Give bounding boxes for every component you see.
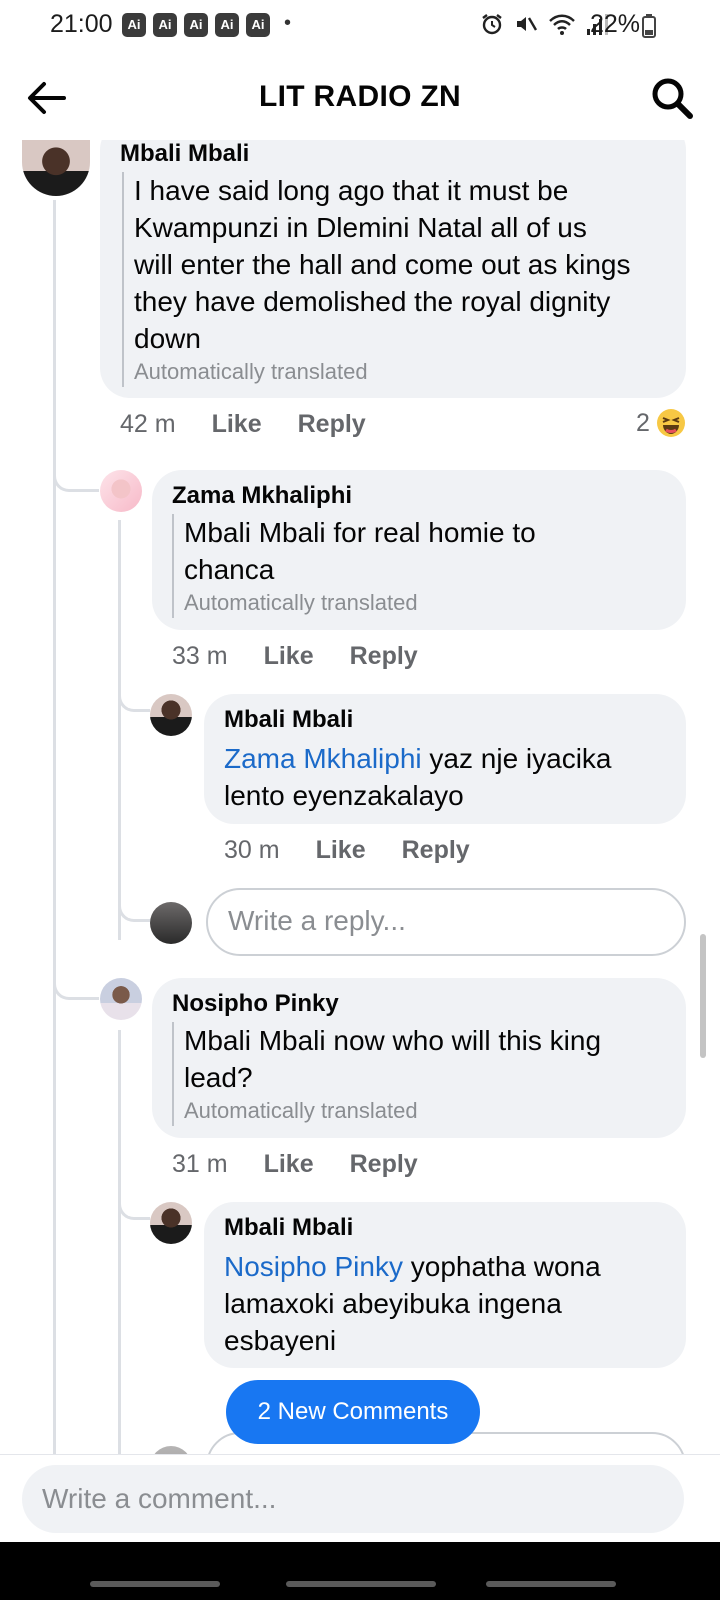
- comment-actions: 30 m Like Reply: [224, 836, 470, 865]
- haha-reaction-icon: [656, 409, 685, 437]
- reply-button[interactable]: Reply: [402, 836, 470, 865]
- battery-percent: 22%: [590, 10, 641, 38]
- mention-link[interactable]: Zama Mkhaliphi: [224, 743, 422, 774]
- comment-time: 30 m: [224, 836, 280, 864]
- like-button[interactable]: Like: [264, 1150, 314, 1179]
- like-button[interactable]: Like: [264, 642, 314, 671]
- reaction-count: 2: [636, 408, 650, 437]
- battery-icon: [642, 14, 656, 38]
- status-time: 21:00: [50, 10, 113, 38]
- nav-home-button[interactable]: [286, 1581, 436, 1587]
- comment-body: Mbali Mbali now who will this king lead?…: [172, 1022, 672, 1126]
- comment-actions: 33 m Like Reply: [172, 642, 418, 671]
- thread-connector: [53, 400, 99, 492]
- thread-connector: [53, 920, 99, 1000]
- comment-actions: 42 m Like Reply: [120, 410, 366, 439]
- comment-time: 33 m: [172, 642, 228, 670]
- status-bar: 21:00 Ai Ai Ai Ai Ai • 22%: [0, 0, 720, 56]
- comment-line: lead?: [184, 1062, 253, 1093]
- comment-line: chanca: [184, 554, 275, 585]
- comment-line: will enter the hall and come out as king…: [134, 249, 631, 280]
- comment-author[interactable]: Nosipho Pinky: [172, 990, 339, 1018]
- like-button[interactable]: Like: [316, 836, 366, 865]
- translation-note[interactable]: Automatically translated: [134, 357, 672, 387]
- comment-body: Nosipho Pinky yophatha wona lamaxoki abe…: [224, 1248, 674, 1359]
- comment-time: 31 m: [172, 1150, 228, 1178]
- reply-button[interactable]: Reply: [350, 1150, 418, 1179]
- avatar[interactable]: [100, 978, 142, 1020]
- comment-thread[interactable]: Mbali Mbali I have said long ago that it…: [0, 140, 720, 1485]
- translation-note[interactable]: Automatically translated: [184, 1096, 672, 1126]
- thread-connector: [118, 640, 150, 712]
- ai-badge-icon: Ai: [215, 13, 239, 37]
- avatar[interactable]: [150, 694, 192, 736]
- comment-time: 42 m: [120, 410, 176, 438]
- status-icons: [480, 12, 608, 36]
- avatar[interactable]: [22, 140, 90, 196]
- comment-body: Zama Mkhaliphi yaz nje iyacika lento eye…: [224, 740, 674, 814]
- nav-recents-button[interactable]: [90, 1581, 220, 1587]
- ai-badge-icon: Ai: [122, 13, 146, 37]
- reply-button[interactable]: Reply: [350, 642, 418, 671]
- nav-back-button[interactable]: [486, 1581, 616, 1587]
- ai-badge-icon: Ai: [153, 13, 177, 37]
- thread-connector: [118, 840, 150, 922]
- comment-composer: Write a comment...: [0, 1454, 720, 1542]
- comment-author[interactable]: Mbali Mbali: [224, 706, 353, 734]
- avatar[interactable]: [150, 1202, 192, 1244]
- wifi-icon: [549, 14, 575, 35]
- reply-input[interactable]: Write a reply...: [206, 888, 686, 956]
- ai-badge-icon: Ai: [184, 13, 208, 37]
- avatar[interactable]: [100, 470, 142, 512]
- comment-line: down: [134, 323, 201, 354]
- app-header: LIT RADIO ZN: [0, 56, 720, 140]
- comment-body: Mbali Mbali for real homie to chanca Aut…: [172, 514, 672, 618]
- comment-author[interactable]: Zama Mkhaliphi: [172, 482, 352, 510]
- comment-line: lento eyenzakalayo: [224, 780, 464, 811]
- scrollbar[interactable]: [700, 934, 706, 1058]
- comment-line: Mbali Mbali for real homie to: [184, 517, 536, 548]
- ai-badge-icon: Ai: [246, 13, 270, 37]
- comment-line: esbayeni: [224, 1325, 337, 1356]
- comment-line: lamaxoki abeyibuka ingena: [224, 1288, 562, 1319]
- search-icon: [652, 78, 693, 119]
- comment-author[interactable]: Mbali Mbali: [120, 140, 249, 168]
- comment-text: yaz nje iyacika: [421, 743, 612, 774]
- alarm-icon: [482, 14, 502, 35]
- comment-body: I have said long ago that it must be Kwa…: [122, 172, 672, 387]
- thread-connector: [118, 1150, 150, 1220]
- comment-input[interactable]: Write a comment...: [22, 1465, 684, 1533]
- mute-icon: [517, 17, 538, 31]
- comment-line: Zama Mkhaliphi yaz nje iyacika: [224, 740, 674, 777]
- mention-link[interactable]: Nosipho Pinky: [224, 1251, 403, 1282]
- page-title: LIT RADIO ZN: [259, 80, 461, 113]
- comment-author[interactable]: Mbali Mbali: [224, 1214, 353, 1242]
- notification-dot: •: [284, 12, 292, 34]
- like-button[interactable]: Like: [212, 410, 262, 439]
- comment-line: Nosipho Pinky yophatha wona: [224, 1248, 674, 1285]
- new-comments-button[interactable]: 2 New Comments: [226, 1380, 480, 1444]
- search-button[interactable]: [650, 76, 694, 120]
- thread-line: [53, 200, 56, 1485]
- comment-line: Mbali Mbali now who will this king: [184, 1025, 602, 1056]
- comment-line: they have demolished the royal dignity: [134, 286, 611, 317]
- comment-line: I have said long ago that it must be: [134, 175, 569, 206]
- translation-note[interactable]: Automatically translated: [184, 588, 672, 618]
- thread-line: [118, 1030, 121, 1485]
- system-nav-bar: [0, 1542, 720, 1600]
- comment-actions: 31 m Like Reply: [172, 1150, 418, 1179]
- my-avatar: [150, 902, 192, 944]
- reaction-summary[interactable]: 2: [636, 408, 686, 438]
- comment-text: yophatha wona: [402, 1251, 601, 1282]
- reply-button[interactable]: Reply: [298, 410, 366, 439]
- comment-line: Kwampunzi in Dlemini Natal all of us: [134, 212, 587, 243]
